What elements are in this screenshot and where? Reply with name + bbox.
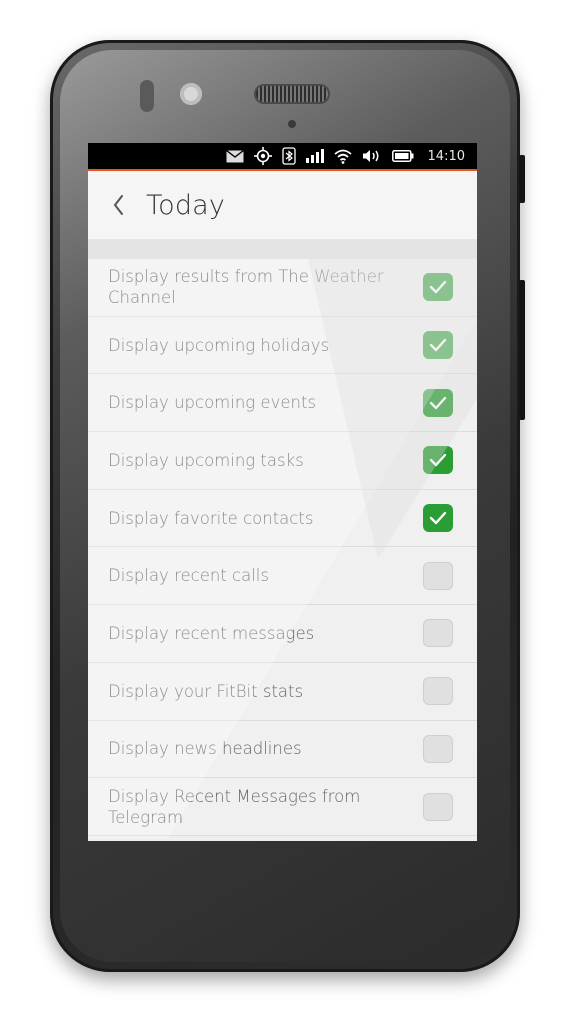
clock: 14:10 <box>427 148 465 164</box>
status-bar: 14:10 <box>88 143 477 171</box>
checkmark-icon <box>429 338 447 352</box>
unchecked-checkbox[interactable] <box>423 792 453 821</box>
setting-row-recent-messages[interactable]: Display recent messages <box>88 605 477 663</box>
location-icon <box>253 146 272 166</box>
signal-icon <box>305 146 324 166</box>
setting-label: Display your FitBit stats <box>108 681 304 701</box>
proximity-sensor <box>140 80 154 112</box>
checkmark-icon <box>429 396 447 409</box>
checked-checkbox[interactable] <box>423 331 453 360</box>
screen: 14:10 Today Display results from The Wea… <box>88 143 477 841</box>
checkmark-icon <box>429 281 447 294</box>
unchecked-checkbox[interactable] <box>423 619 453 648</box>
setting-row-news[interactable]: Display news headlines <box>88 720 477 779</box>
unchecked-checkbox[interactable] <box>423 561 453 590</box>
checkmark-icon <box>429 454 447 467</box>
setting-label: Display Recent Messages from Telegram <box>108 786 361 827</box>
checked-checkbox[interactable] <box>423 388 453 417</box>
setting-label: Display upcoming holidays <box>108 335 330 355</box>
unchecked-checkbox[interactable] <box>423 734 453 763</box>
setting-label: Display recent calls <box>108 566 269 586</box>
power-button <box>519 155 525 203</box>
bluetooth-icon <box>281 146 296 166</box>
setting-row-holidays[interactable]: Display upcoming holidays <box>88 316 477 375</box>
volume-icon <box>362 146 382 166</box>
front-camera <box>180 83 202 105</box>
earpiece-speaker <box>256 86 328 102</box>
checkmark-icon <box>429 511 447 525</box>
setting-label: Display recent messages <box>108 623 315 643</box>
setting-label: Display favorite contacts <box>108 508 314 528</box>
chevron-left-icon[interactable] <box>112 190 132 220</box>
unchecked-checkbox[interactable] <box>423 677 453 706</box>
setting-row-events[interactable]: Display upcoming events <box>88 374 477 433</box>
settings-list: Display results from The Weather Channel… <box>88 259 477 839</box>
checked-checkbox[interactable] <box>423 446 453 475</box>
setting-row-tasks[interactable]: Display upcoming tasks <box>88 432 477 490</box>
page-title: Today <box>146 189 226 221</box>
setting-row-telegram[interactable]: Display Recent Messages from Telegram <box>88 778 477 836</box>
setting-row-weather[interactable]: Display results from The Weather Channel <box>88 259 477 317</box>
setting-label: Display results from The Weather Channel <box>108 267 384 308</box>
wifi-icon <box>333 146 352 166</box>
mail-icon <box>225 146 244 166</box>
battery-icon <box>391 146 414 166</box>
setting-label: Display news headlines <box>108 739 302 759</box>
volume-rocker <box>519 280 525 420</box>
page-header: Today <box>88 171 477 239</box>
header-divider <box>88 239 477 259</box>
light-sensor <box>288 120 296 128</box>
setting-label: Display upcoming events <box>108 393 317 413</box>
checked-checkbox[interactable] <box>423 504 453 533</box>
checked-checkbox[interactable] <box>423 273 453 302</box>
setting-row-recent-calls[interactable]: Display recent calls <box>88 547 477 606</box>
setting-row-favorite-contacts[interactable]: Display favorite contacts <box>88 489 477 548</box>
setting-row-fitbit[interactable]: Display your FitBit stats <box>88 662 477 721</box>
setting-label: Display upcoming tasks <box>108 450 304 470</box>
